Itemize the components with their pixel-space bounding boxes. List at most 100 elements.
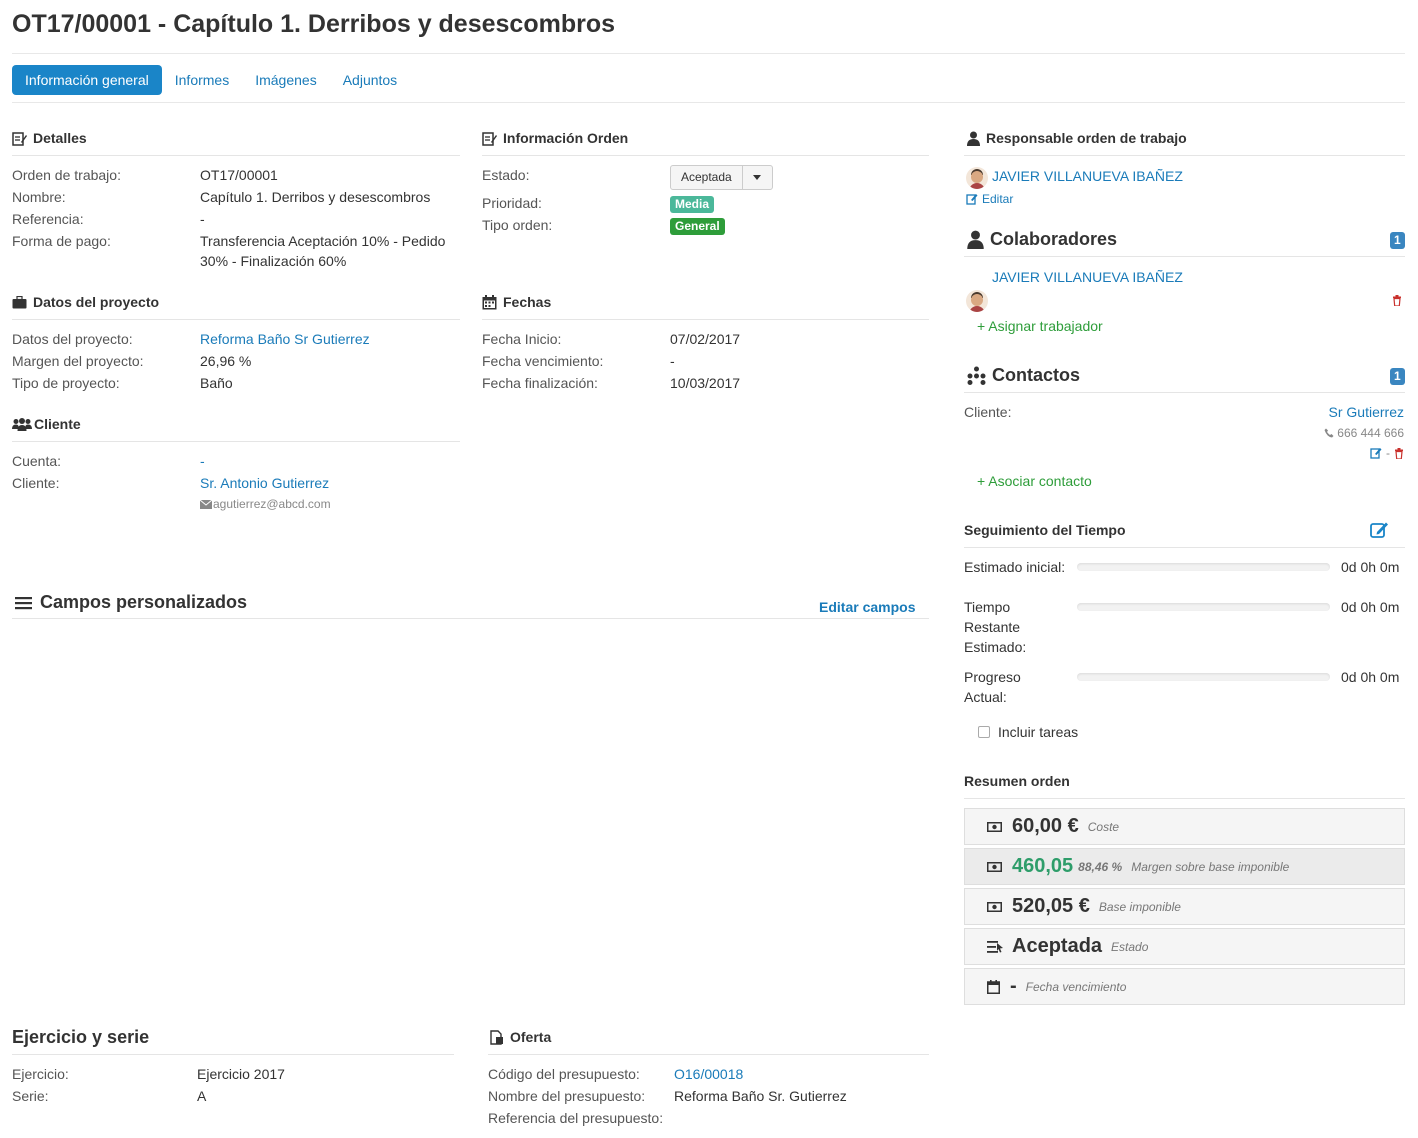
margen-pct: 88,46 % (1078, 859, 1123, 874)
cliente-label: Cliente: (12, 475, 60, 491)
cliente-email-text: agutierrez@abcd.com (213, 497, 331, 511)
referencia-label: Referencia: (12, 211, 84, 227)
datos-proyecto-heading: Datos del proyecto (12, 294, 159, 310)
ejercicio-value: Ejercicio 2017 (197, 1066, 285, 1082)
avatar (966, 167, 988, 189)
tipo-proyecto-value: Baño (200, 375, 233, 391)
serie-value: A (197, 1088, 207, 1104)
contacto-cliente-link[interactable]: Sr Gutierrez (1329, 402, 1404, 422)
chevron-down-icon[interactable] (743, 166, 772, 189)
responsable-heading: Responsable orden de trabajo (967, 130, 1187, 146)
trash-icon[interactable] (1394, 447, 1404, 459)
asociar-contacto-link[interactable]: + Asociar contacto (977, 471, 1092, 491)
campos-heading: Campos personalizados (15, 592, 247, 613)
editar-campos-link[interactable]: Editar campos (819, 597, 915, 617)
codigo-presupuesto-link[interactable]: O16/00018 (674, 1064, 743, 1084)
edit-icon[interactable] (1370, 521, 1389, 538)
estado-dropdown-value[interactable]: Aceptada (671, 166, 743, 189)
edit-icon (966, 194, 978, 205)
seguimiento-heading: Seguimiento del Tiempo (964, 522, 1126, 538)
restante-label-1: Tiempo (964, 599, 1011, 615)
info-orden-divider (482, 155, 929, 156)
colaboradores-count-badge: 1 (1390, 232, 1405, 249)
trash-icon[interactable] (1392, 295, 1402, 306)
estimado-label: Estimado inicial: (964, 559, 1066, 575)
contacto-actions: - (1370, 446, 1404, 460)
campos-divider (12, 618, 929, 619)
responsable-edit-label: Editar (982, 192, 1014, 206)
fecha-vencimiento-label: Fecha vencimiento: (482, 353, 604, 369)
contacto-phone-text: 666 444 666 (1337, 426, 1404, 440)
responsable-edit-link[interactable]: Editar (966, 192, 1013, 206)
list-icon (15, 596, 32, 609)
edit-icon[interactable] (1370, 447, 1382, 459)
tipo-proyecto-label: Tipo de proyecto: (12, 375, 120, 391)
cliente-heading-text: Cliente (34, 416, 81, 432)
nombre-value: Capítulo 1. Derribos y desescombros (200, 189, 431, 205)
contactos-divider (964, 392, 1405, 393)
tab-imagenes[interactable]: Imágenes (242, 65, 329, 95)
cuenta-link[interactable]: - (200, 451, 205, 471)
coste-caption: Coste (1087, 819, 1120, 834)
fecha-finalizacion-label: Fecha finalización: (482, 375, 598, 391)
ejercicio-label: Ejercicio: (12, 1066, 69, 1082)
proyecto-link[interactable]: Reforma Baño Sr Gutierrez (200, 329, 370, 349)
asignar-trabajador-link[interactable]: + Asignar trabajador (977, 316, 1103, 336)
phone-icon (1324, 428, 1334, 438)
tipo-orden-badge: General (670, 218, 725, 235)
progreso-progress (1077, 673, 1330, 681)
detalles-heading-text: Detalles (33, 130, 87, 146)
page-title: OT17/00001 - Capítulo 1. Derribos y dese… (12, 10, 616, 38)
calendar-icon (482, 294, 497, 309)
incluir-tareas-checkbox[interactable] (978, 726, 990, 738)
cliente-heading: Cliente (12, 416, 81, 432)
nombre-presupuesto-label: Nombre del presupuesto: (488, 1088, 646, 1104)
datos-proyecto-divider (12, 319, 460, 320)
tab-informacion-general[interactable]: Información general (12, 65, 162, 95)
pago-value-line2: 30% - Finalización 60% (200, 253, 347, 269)
contactos-heading: Contactos (967, 365, 1080, 386)
progreso-value: 0d 0h 0m (1341, 669, 1400, 685)
info-orden-heading-text: Información Orden (503, 130, 629, 146)
document-icon (490, 1029, 503, 1045)
fechas-divider (482, 319, 929, 320)
restante-value: 0d 0h 0m (1341, 599, 1400, 615)
calendar-icon (987, 979, 1000, 994)
fecha-inicio-label: Fecha Inicio: (482, 331, 562, 347)
orden-label: Orden de trabajo: (12, 167, 121, 183)
estado-dropdown[interactable]: Aceptada (670, 165, 773, 190)
contacto-cliente-label: Cliente: (964, 404, 1012, 420)
cliente-email[interactable]: agutierrez@abcd.com (200, 497, 331, 511)
serie-label: Serie: (12, 1088, 49, 1104)
base-caption: Base imponible (1098, 899, 1181, 914)
prioridad-label: Prioridad: (482, 195, 542, 211)
nombre-presupuesto-value: Reforma Baño Sr. Gutierrez (674, 1088, 847, 1104)
detalles-divider (12, 155, 460, 156)
referencia-presupuesto-label: Referencia del presupuesto: (488, 1110, 664, 1126)
tab-bar: Información general Informes Imágenes Ad… (12, 65, 410, 95)
resumen-estado: Aceptada Estado (964, 928, 1405, 965)
base-value: 520,05 € (1012, 895, 1090, 917)
colaboradores-divider (964, 256, 1405, 257)
margen-caption: Margen sobre base imponible (1131, 859, 1290, 874)
responsable-name-link[interactable]: JAVIER VILLANUEVA IBAÑEZ (992, 166, 1183, 186)
tab-adjuntos[interactable]: Adjuntos (330, 65, 410, 95)
estimado-progress (1077, 563, 1330, 571)
prioridad-badge: Media (670, 196, 715, 213)
proyecto-label: Datos del proyecto: (12, 331, 133, 347)
codigo-presupuesto-label: Código del presupuesto: (488, 1066, 640, 1082)
oferta-divider (488, 1054, 929, 1055)
pago-value-line1: Transferencia Aceptación 10% - Pedido (200, 233, 446, 249)
colaborador-name-link[interactable]: JAVIER VILLANUEVA IBAÑEZ (992, 267, 1183, 287)
margen-proyecto-label: Margen del proyecto: (12, 353, 144, 369)
fecha-summary-value: - (1010, 975, 1017, 997)
estado-summary-caption: Estado (1111, 939, 1149, 954)
user-icon (967, 131, 980, 146)
responsable-divider (964, 155, 1405, 156)
progreso-label-1: Progreso (964, 669, 1021, 685)
cliente-link[interactable]: Sr. Antonio Gutierrez (200, 473, 329, 493)
responsable-heading-text: Responsable orden de trabajo (986, 130, 1187, 146)
tab-informes[interactable]: Informes (162, 65, 242, 95)
resumen-divider (964, 798, 1405, 799)
users-icon (12, 417, 32, 431)
